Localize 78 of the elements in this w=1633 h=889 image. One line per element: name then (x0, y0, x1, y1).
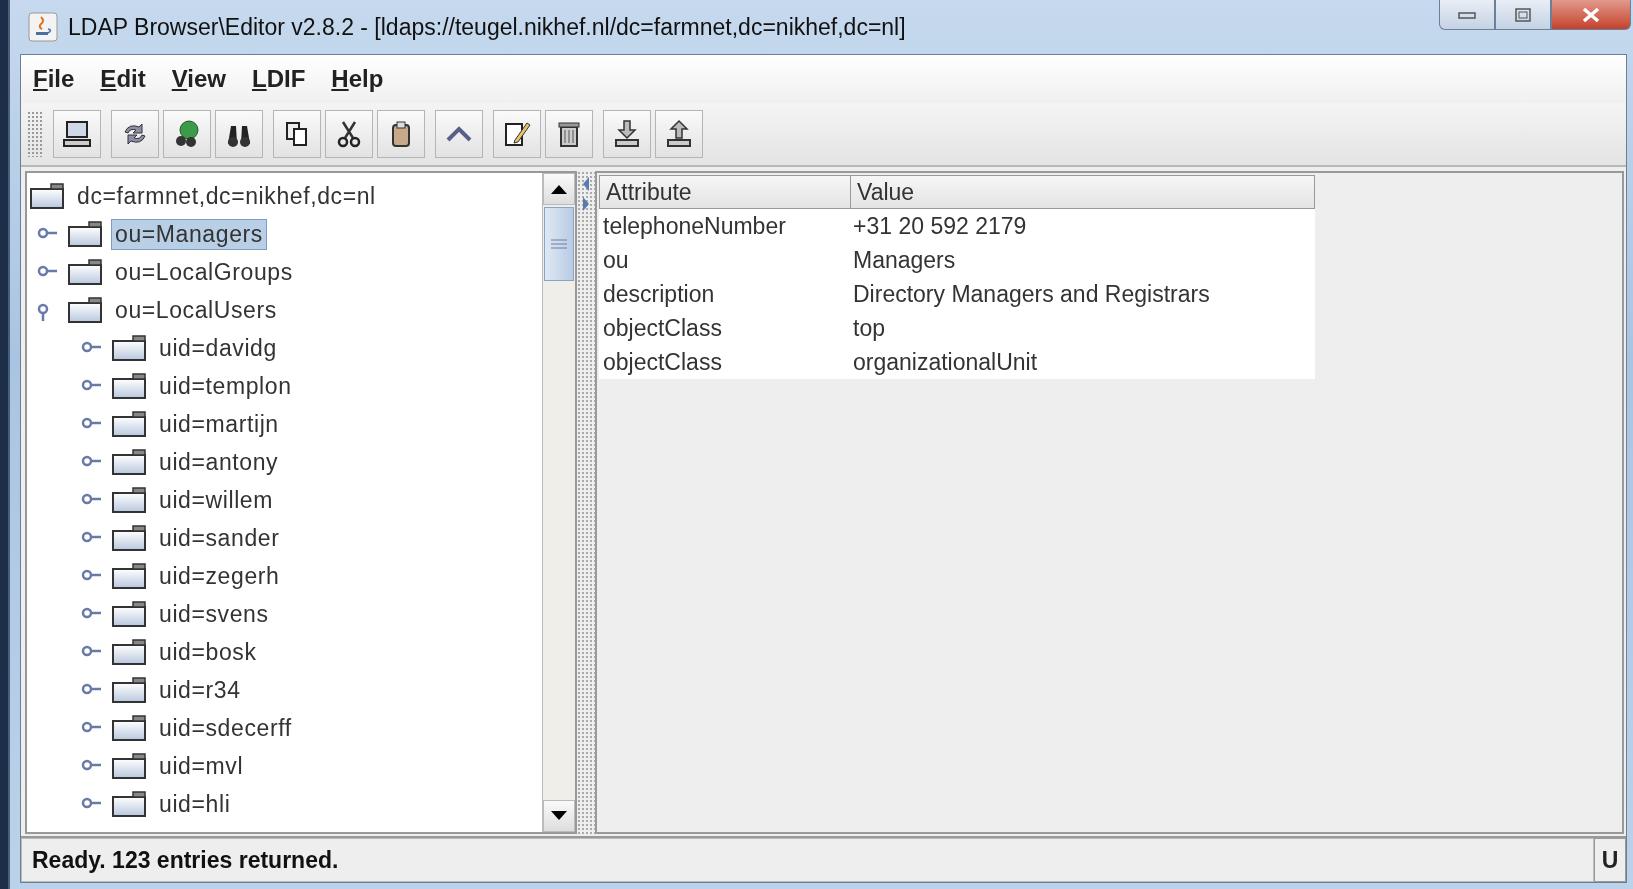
tree-item[interactable]: uid=templon (155, 370, 296, 402)
folder-icon (67, 296, 103, 324)
tree-item[interactable]: ou=LocalGroups (111, 256, 297, 288)
folder-icon (111, 676, 147, 704)
tree-item[interactable]: uid=hli (155, 788, 235, 820)
folder-icon (111, 524, 147, 552)
folder-icon (67, 220, 103, 248)
folder-icon (111, 790, 147, 818)
tree-item[interactable]: uid=r34 (155, 674, 245, 706)
folder-icon (111, 600, 147, 628)
up-arrow-icon[interactable] (549, 183, 569, 195)
tree-item[interactable]: ou=Managers (111, 218, 267, 250)
table-cell-text: +31 20 592 2179 (852, 212, 1027, 240)
tree-item[interactable]: dc=farmnet,dc=nikhef,dc=nl (73, 180, 380, 212)
table-cell-text: organizationalUnit (852, 348, 1038, 376)
folder-icon (111, 448, 147, 476)
table-cell-text: objectClass (602, 314, 723, 342)
tree-item[interactable]: uid=antony (155, 446, 283, 478)
toolbar-button[interactable] (215, 110, 263, 158)
tree-item[interactable]: uid=willem (155, 484, 277, 516)
toolbar-button[interactable] (493, 110, 541, 158)
toolbar-button[interactable] (377, 110, 425, 158)
folder-icon (111, 714, 147, 742)
menu-item[interactable]: File (33, 63, 75, 95)
tree-item[interactable]: uid=sdecerff (155, 712, 296, 744)
toolbar-button[interactable] (603, 110, 651, 158)
computer-icon (61, 118, 93, 150)
down-arrow-icon[interactable] (549, 810, 569, 822)
toolbar-button[interactable] (545, 110, 593, 158)
grip-lines-icon[interactable] (550, 238, 568, 250)
folder-icon (111, 752, 147, 780)
window-title: LDAP Browser\Editor v2.8.2 - [ldaps://teugel.nikhef.nl/dc=farmnet,dc=nikhef,dc=nl] (68, 13, 907, 41)
tree-item[interactable]: uid=mvl (155, 750, 248, 782)
table-cell-text: description (602, 280, 716, 308)
folder-icon (111, 334, 147, 362)
tree-item[interactable]: ou=LocalUsers (111, 294, 281, 326)
table-cell-text: objectClass (602, 348, 723, 376)
tree-item[interactable]: uid=martijn (155, 408, 283, 440)
maximize-button[interactable] (1495, 0, 1551, 30)
close-icon (1580, 5, 1602, 24)
folder-icon (67, 258, 103, 286)
vertical-scrollbar[interactable] (542, 173, 575, 832)
table-cell-text: Managers (852, 246, 956, 274)
close-button[interactable] (1551, 0, 1631, 30)
tree-item[interactable]: uid=sander (155, 522, 284, 554)
menu-item[interactable]: LDIF (251, 63, 306, 95)
folder-icon (29, 182, 65, 210)
column-header[interactable]: Attribute (600, 176, 851, 208)
toolbar-button[interactable] (655, 110, 703, 158)
toolbar-button[interactable] (53, 110, 101, 158)
toolbar-button[interactable] (273, 110, 321, 158)
table-cell-text: top (852, 314, 885, 342)
column-header[interactable]: Value (851, 176, 915, 208)
folder-icon (111, 562, 147, 590)
maximize-icon (1513, 6, 1533, 23)
folder-icon (111, 638, 147, 666)
status-message: Ready. 123 entries returned. (21, 838, 1594, 882)
folder-icon (111, 372, 147, 400)
table-cell-text: Directory Managers and Registrars (852, 280, 1210, 308)
toolbar-button[interactable] (111, 110, 159, 158)
minimize-button[interactable] (1439, 0, 1495, 30)
menu-item[interactable]: Edit (100, 63, 146, 95)
toolbar-button[interactable] (325, 110, 373, 158)
tree-item[interactable]: uid=zegerh (155, 560, 284, 592)
folder-icon (111, 410, 147, 438)
menu-item[interactable]: View (171, 63, 226, 95)
tree-item[interactable]: uid=davidg (155, 332, 281, 364)
minimize-icon (1457, 9, 1477, 20)
tree-item[interactable]: uid=bosk (155, 636, 261, 668)
menu-item[interactable]: Help (331, 63, 384, 95)
status-indicator: U (1594, 838, 1626, 882)
tree-item[interactable]: uid=svens (155, 598, 273, 630)
folder-icon (111, 486, 147, 514)
table-cell-text: ou (602, 246, 630, 274)
java-cup-icon (28, 12, 58, 42)
toolbar-grip[interactable] (27, 111, 43, 157)
table-cell-text: telephoneNumber (602, 212, 787, 240)
toolbar-button[interactable] (163, 110, 211, 158)
